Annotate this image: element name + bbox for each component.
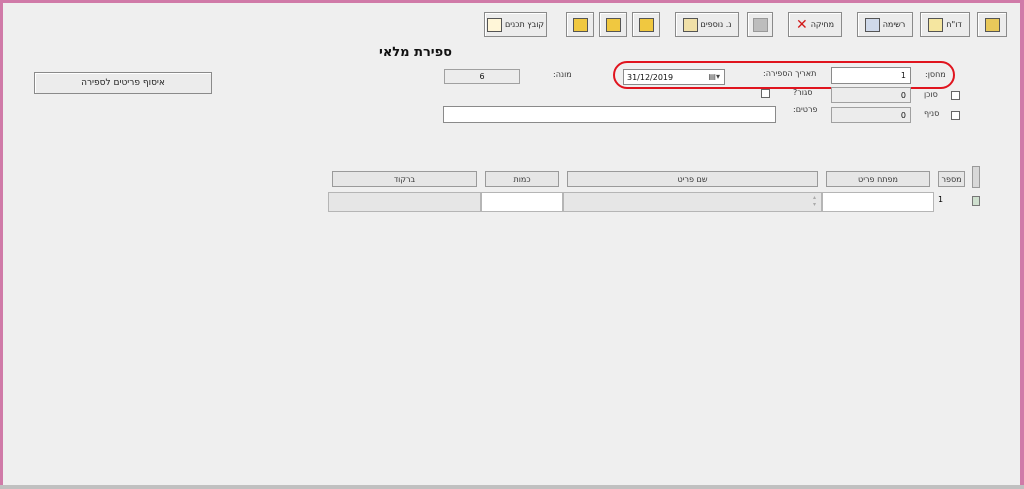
list-icon: [864, 17, 880, 32]
print-button[interactable]: [747, 12, 773, 37]
report-button[interactable]: דו"ח: [920, 12, 970, 37]
row-item-name-cell: ▴ ▾: [563, 192, 822, 212]
row-quantity-cell[interactable]: [481, 192, 563, 212]
form-icon: [682, 17, 698, 32]
hand-pointer-icon: [638, 17, 654, 32]
delete-button[interactable]: מחיקה ✕: [788, 12, 842, 37]
exit-button[interactable]: [977, 12, 1007, 37]
branch-label: סניף: [924, 109, 940, 118]
branch-field: 0: [831, 107, 911, 123]
additional-data-button[interactable]: נ. נוספים: [675, 12, 739, 37]
details-field[interactable]: [443, 106, 776, 123]
delete-icon: ✕: [795, 16, 808, 33]
hand-pointer-icon: [572, 17, 588, 32]
highlight-ellipse: [613, 61, 955, 89]
details-label: פרטים:: [793, 105, 818, 114]
row-barcode-cell: [328, 192, 481, 212]
row-number-cell: 1: [934, 192, 970, 212]
counter-field: 6: [444, 69, 520, 84]
closed-label: סגור?: [793, 88, 813, 97]
collect-items-button[interactable]: איסוף פריטים לספירה: [34, 72, 212, 94]
document-icon: [928, 17, 944, 32]
grid-header-item-key[interactable]: מפתח פריט: [822, 166, 934, 192]
branch-checkbox[interactable]: [951, 111, 960, 120]
taskbar: [0, 485, 1024, 489]
list-button[interactable]: רשימה: [857, 12, 913, 37]
select-file-button[interactable]: קובץ תכנים: [484, 12, 547, 37]
closed-checkbox[interactable]: [761, 89, 770, 98]
print-icon: [752, 17, 768, 32]
grid-header-item-name[interactable]: שם פריט: [563, 166, 822, 192]
page-title: ספירת מלאי: [379, 45, 453, 60]
counter-label: מונה:: [553, 70, 572, 79]
total-checkbox[interactable]: [951, 91, 960, 100]
spinner-icon[interactable]: ▴ ▾: [813, 194, 816, 208]
tool-button-3[interactable]: [566, 12, 594, 37]
grid-header-barcode[interactable]: ברקוד: [328, 166, 481, 192]
checklist-icon: [486, 17, 502, 32]
total-field: 0: [831, 87, 911, 103]
total-label: סוכן: [924, 90, 938, 99]
hand-pointer-icon: [605, 17, 621, 32]
tool-button-1[interactable]: [632, 12, 660, 37]
exit-icon: [984, 17, 1000, 32]
grid-header-number[interactable]: מספר: [934, 166, 969, 192]
grid-header-quantity[interactable]: כמות: [481, 166, 563, 192]
row-edit-icon[interactable]: [972, 196, 980, 206]
grid-corner-icon[interactable]: [972, 166, 980, 188]
row-item-key-cell[interactable]: [822, 192, 934, 212]
tool-button-2[interactable]: [599, 12, 627, 37]
app-window: דו"ח רשימה מחיקה ✕ נ. נוספים קובץ תכנים ס…: [3, 3, 1020, 485]
